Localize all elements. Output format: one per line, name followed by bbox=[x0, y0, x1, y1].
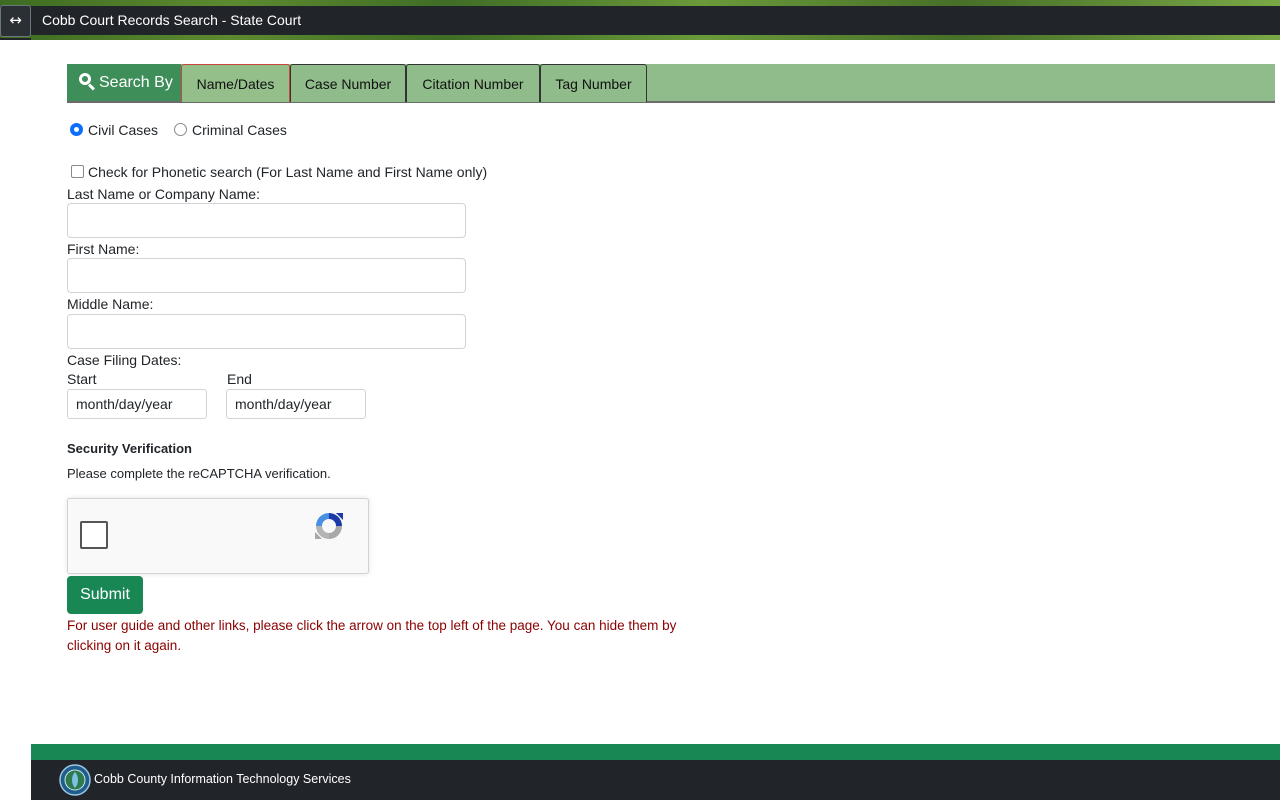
middle-name-input[interactable] bbox=[67, 314, 466, 349]
county-seal-icon bbox=[59, 764, 91, 796]
header-bar: ↔ Cobb Court Records Search - State Cour… bbox=[0, 0, 1280, 40]
first-name-input[interactable] bbox=[67, 258, 466, 293]
double-arrow-icon: ↔ bbox=[9, 11, 22, 29]
phonetic-search-label: Check for Phonetic search (For Last Name… bbox=[88, 164, 488, 180]
search-by-text: Search By bbox=[99, 74, 173, 91]
search-by-label: Search By bbox=[67, 64, 181, 101]
start-date-input[interactable]: month/day/year bbox=[67, 389, 207, 419]
security-verification-text: Please complete the reCAPTCHA verificati… bbox=[67, 466, 331, 481]
first-name-label: First Name: bbox=[67, 241, 140, 257]
footer-text: Cobb County Information Technology Servi… bbox=[94, 772, 351, 786]
tab-case-number[interactable]: Case Number bbox=[290, 64, 406, 102]
last-name-label: Last Name or Company Name: bbox=[67, 186, 260, 202]
submit-button[interactable]: Submit bbox=[67, 576, 143, 614]
security-verification-title: Security Verification bbox=[67, 441, 192, 456]
middle-name-label: Middle Name: bbox=[67, 296, 154, 312]
app-title: Cobb Court Records Search - State Court bbox=[42, 12, 302, 28]
toggle-underline bbox=[0, 38, 31, 40]
tab-tag-number[interactable]: Tag Number bbox=[540, 64, 647, 102]
civil-cases-radio[interactable] bbox=[70, 123, 83, 136]
start-date-label: Start bbox=[67, 371, 97, 387]
sidebar-toggle-button[interactable]: ↔ bbox=[0, 5, 31, 37]
criminal-cases-label: Criminal Cases bbox=[192, 122, 287, 138]
end-date-label: End bbox=[227, 371, 252, 387]
tab-citation-number[interactable]: Citation Number bbox=[406, 64, 540, 102]
search-icon bbox=[79, 73, 96, 91]
recaptcha-checkbox[interactable] bbox=[80, 521, 108, 549]
tab-name-dates[interactable]: Name/Dates bbox=[181, 64, 290, 102]
phonetic-search-checkbox[interactable] bbox=[71, 165, 84, 178]
user-guide-note: For user guide and other links, please c… bbox=[67, 618, 677, 653]
footer-accent-bar bbox=[31, 744, 1280, 760]
footer: Cobb County Information Technology Servi… bbox=[31, 760, 1280, 800]
recaptcha-icon bbox=[315, 513, 343, 539]
filing-dates-label: Case Filing Dates: bbox=[67, 352, 182, 368]
search-tabs: Search By Name/Dates Case Number Citatio… bbox=[67, 64, 1275, 103]
recaptcha-widget bbox=[67, 498, 369, 574]
last-name-input[interactable] bbox=[67, 203, 466, 238]
end-date-input[interactable]: month/day/year bbox=[226, 389, 366, 419]
civil-cases-label: Civil Cases bbox=[88, 122, 159, 138]
criminal-cases-radio[interactable] bbox=[174, 123, 187, 136]
